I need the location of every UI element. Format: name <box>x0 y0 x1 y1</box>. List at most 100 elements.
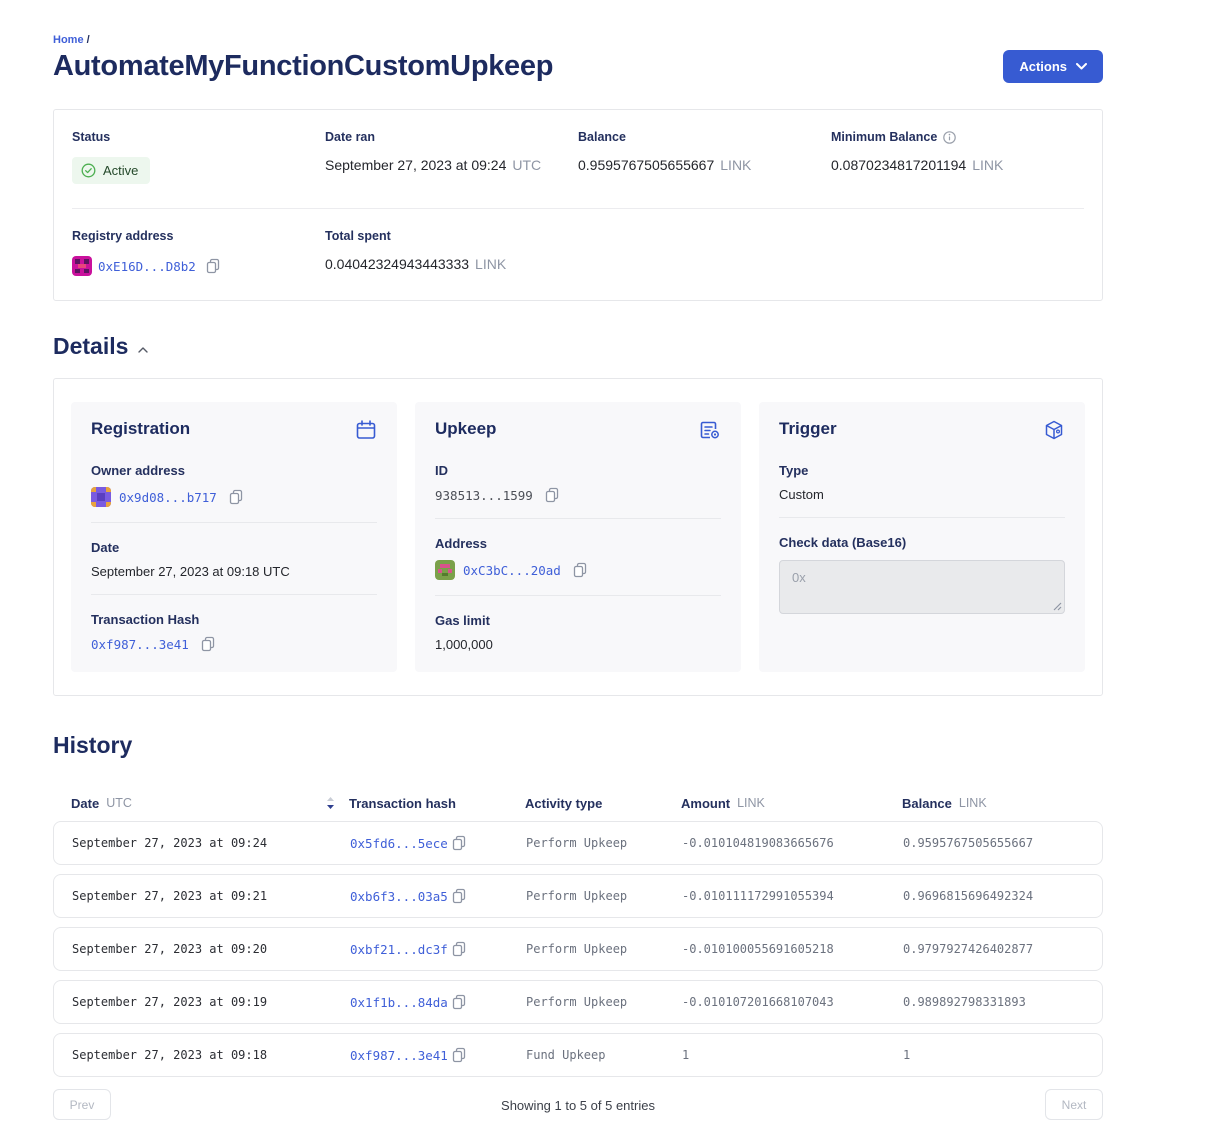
row-balance: 0.9595767505655667 <box>903 836 1084 850</box>
row-amount: 1 <box>682 1048 903 1062</box>
trigger-title: Trigger <box>779 419 837 439</box>
registry-label: Registry address <box>72 229 325 243</box>
upkeep-card: Upkeep ID 938513...1599 Address 0xC3bC..… <box>415 402 741 672</box>
check-data-textarea[interactable] <box>779 560 1065 614</box>
row-tx-link[interactable]: 0xb6f3...03a5 <box>350 889 448 904</box>
row-tx-link[interactable]: 0x1f1b...84da <box>350 995 448 1010</box>
summary-total-spent-field: Total spent 0.04042324943443333LINK <box>325 229 578 276</box>
prev-button[interactable]: Prev <box>53 1089 111 1120</box>
date-ran-value: September 27, 2023 at 09:24 <box>325 157 506 173</box>
row-date: September 27, 2023 at 09:21 <box>72 889 350 903</box>
divider <box>435 518 721 519</box>
status-badge: Active <box>72 157 150 184</box>
history-heading: History <box>53 732 132 759</box>
date-ran-utc: UTC <box>512 157 541 173</box>
divider <box>435 595 721 596</box>
row-tx-link[interactable]: 0x5fd6...5ece <box>350 836 448 851</box>
actions-button[interactable]: Actions <box>1003 50 1103 83</box>
col-date-unit: UTC <box>106 796 132 810</box>
breadcrumb: Home / <box>53 34 1103 46</box>
breadcrumb-home-link[interactable]: Home <box>53 34 84 46</box>
date-ran-label: Date ran <box>325 130 578 144</box>
upkeep-address-label: Address <box>435 536 721 551</box>
history-table: Date UTC Transaction hash Activity type … <box>53 785 1103 1077</box>
row-tx-link[interactable]: 0xf987...3e41 <box>350 1048 448 1063</box>
table-row: September 27, 2023 at 09:18 0xf987...3e4… <box>53 1033 1103 1077</box>
registration-title: Registration <box>91 419 190 439</box>
row-amount: -0.010104819083665676 <box>682 836 903 850</box>
summary-status-field: Status Active <box>72 130 325 184</box>
row-amount: -0.010107201668107043 <box>682 995 903 1009</box>
registration-date-value: September 27, 2023 at 09:18 UTC <box>91 564 377 579</box>
row-date: September 27, 2023 at 09:20 <box>72 942 350 956</box>
breadcrumb-separator: / <box>87 34 90 46</box>
summary-registry-field: Registry address 0xE16D...D8b2 <box>72 229 325 276</box>
col-hash-label: Transaction hash <box>349 796 456 811</box>
resize-grip-icon[interactable] <box>1053 598 1062 616</box>
trigger-card: Trigger Type Custom Check data (Base16) <box>759 402 1085 672</box>
gas-limit-value: 1,000,000 <box>435 637 721 652</box>
min-balance-label: Minimum Balance <box>831 130 937 144</box>
next-button[interactable]: Next <box>1045 1089 1103 1120</box>
copy-icon[interactable] <box>545 487 560 503</box>
row-balance: 0.9696815696492324 <box>903 889 1084 903</box>
history-table-header: Date UTC Transaction hash Activity type … <box>53 785 1103 821</box>
copy-icon[interactable] <box>452 994 467 1010</box>
check-circle-icon <box>81 163 96 178</box>
row-balance: 0.989892798331893 <box>903 995 1084 1009</box>
owner-address-label: Owner address <box>91 463 377 478</box>
sort-icon[interactable] <box>326 796 335 810</box>
row-activity: Fund Upkeep <box>526 1048 682 1062</box>
copy-icon[interactable] <box>229 489 244 505</box>
details-collapse-caret-icon[interactable] <box>138 341 148 353</box>
row-date: September 27, 2023 at 09:19 <box>72 995 350 1009</box>
copy-icon[interactable] <box>452 888 467 904</box>
min-balance-value: 0.0870234817201194 <box>831 157 966 173</box>
status-badge-text: Active <box>103 163 138 178</box>
copy-icon[interactable] <box>201 636 216 652</box>
col-amount-unit: LINK <box>737 796 765 810</box>
table-row: September 27, 2023 at 09:21 0xb6f3...03a… <box>53 874 1103 918</box>
owner-address-link[interactable]: 0x9d08...b717 <box>119 490 217 505</box>
col-date-label: Date <box>71 796 99 811</box>
copy-icon[interactable] <box>452 1047 467 1063</box>
copy-icon[interactable] <box>206 258 221 274</box>
row-tx-link[interactable]: 0xbf21...dc3f <box>350 942 448 957</box>
table-row: September 27, 2023 at 09:19 0x1f1b...84d… <box>53 980 1103 1024</box>
row-amount: -0.010100055691605218 <box>682 942 903 956</box>
upkeep-address-link[interactable]: 0xC3bC...20ad <box>463 563 561 578</box>
details-heading: Details <box>53 333 128 360</box>
copy-icon[interactable] <box>452 941 467 957</box>
row-activity: Perform Upkeep <box>526 836 682 850</box>
calendar-icon <box>355 419 377 446</box>
col-balance-label: Balance <box>902 796 952 811</box>
upkeep-id-label: ID <box>435 463 721 478</box>
summary-balance-field: Balance 0.9595767505655667LINK <box>578 130 831 184</box>
registry-identicon <box>72 256 92 276</box>
gas-limit-label: Gas limit <box>435 613 721 628</box>
actions-button-label: Actions <box>1019 59 1067 74</box>
status-label: Status <box>72 130 325 144</box>
copy-icon[interactable] <box>573 562 588 578</box>
trigger-type-value: Custom <box>779 487 1065 502</box>
balance-value: 0.9595767505655667 <box>578 157 714 173</box>
owner-identicon <box>91 487 111 507</box>
col-amount-label: Amount <box>681 796 730 811</box>
total-spent-label: Total spent <box>325 229 578 243</box>
trigger-type-label: Type <box>779 463 1065 478</box>
transaction-hash-label: Transaction Hash <box>91 612 377 627</box>
registration-tx-link[interactable]: 0xf987...3e41 <box>91 637 189 652</box>
row-activity: Perform Upkeep <box>526 942 682 956</box>
summary-min-balance-field: Minimum Balance 0.0870234817201194LINK <box>831 130 1084 184</box>
divider <box>91 594 377 595</box>
registry-address-link[interactable]: 0xE16D...D8b2 <box>98 259 196 274</box>
copy-icon[interactable] <box>452 835 467 851</box>
row-date: September 27, 2023 at 09:24 <box>72 836 350 850</box>
row-activity: Perform Upkeep <box>526 995 682 1009</box>
chevron-down-icon <box>1076 63 1087 70</box>
info-icon[interactable] <box>943 131 956 144</box>
cube-icon <box>1043 419 1065 446</box>
pagination-summary: Showing 1 to 5 of 5 entries <box>501 1098 655 1113</box>
page-container: Home / AutomateMyFunctionCustomUpkeep Ac… <box>53 0 1103 1121</box>
row-balance: 0.9797927426402877 <box>903 942 1084 956</box>
